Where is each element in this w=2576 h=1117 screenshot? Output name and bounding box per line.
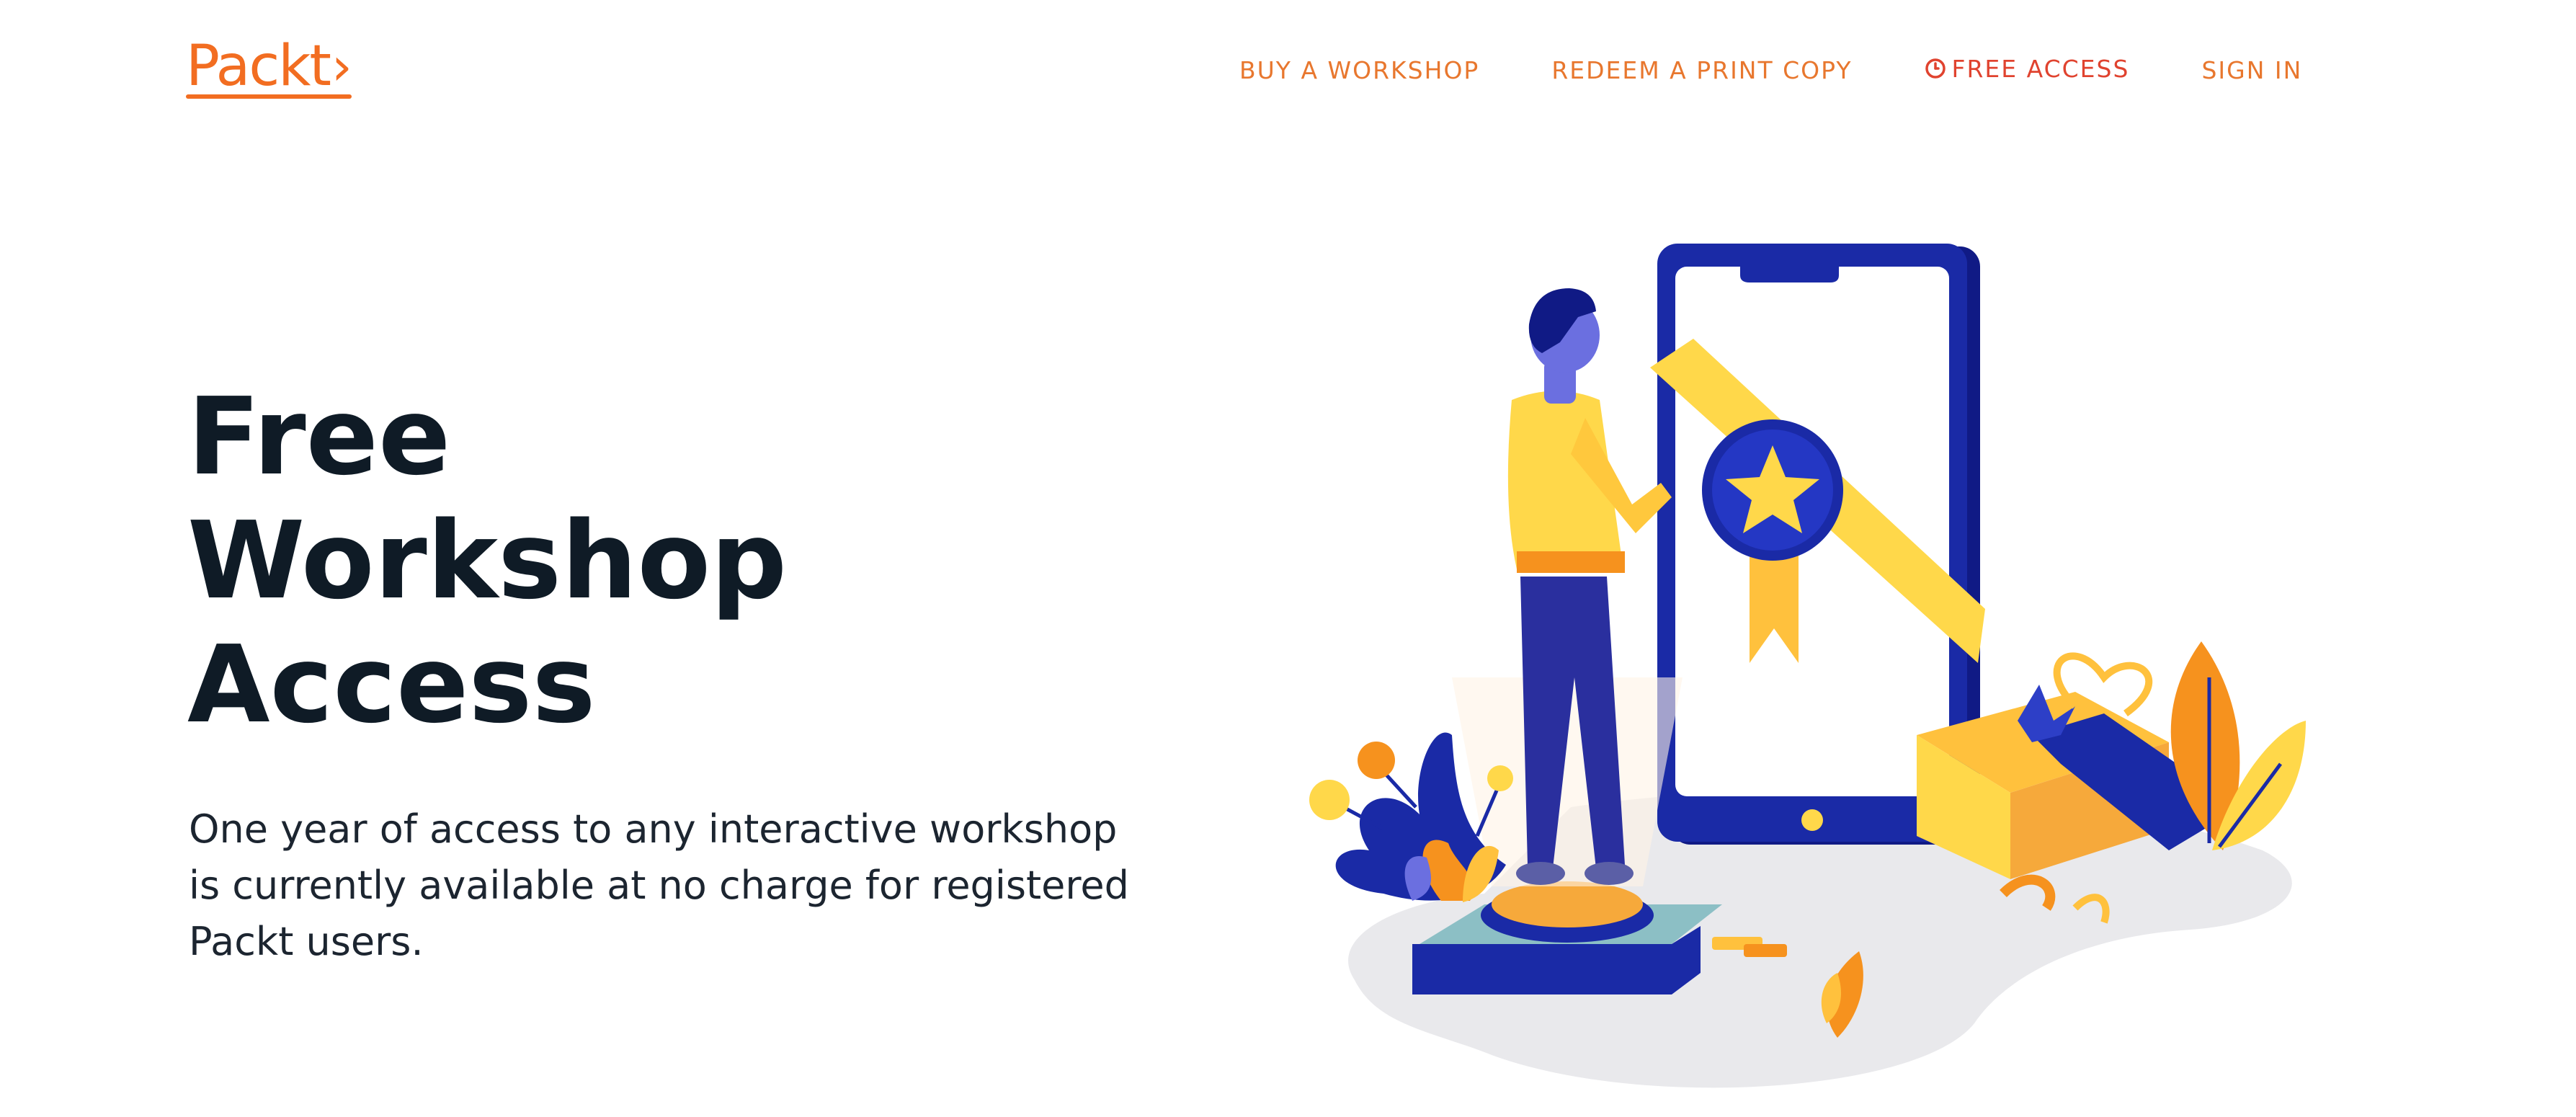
- nav-free-access-label: FREE ACCESS: [1951, 55, 2130, 83]
- nav-free-access[interactable]: FREE ACCESS: [1925, 55, 2130, 85]
- nav-buy-workshop[interactable]: BUY A WORKSHOP: [1239, 56, 1479, 84]
- main-nav: BUY A WORKSHOP REDEEM A PRINT COPY FREE …: [1239, 55, 2302, 85]
- page-title: Free Workshop Access: [187, 375, 1124, 747]
- logo-wordmark: Packt: [186, 34, 331, 99]
- title-line-3: Access: [187, 623, 596, 747]
- nav-redeem-print-copy[interactable]: REDEEM A PRINT COPY: [1551, 56, 1852, 84]
- hero-illustration: [1309, 244, 2306, 1088]
- packt-logo[interactable]: Packt ›: [186, 37, 352, 102]
- hero-description: One year of access to any interactive wo…: [189, 806, 1129, 964]
- logo-chevron-icon: ›: [331, 36, 352, 97]
- site-header: Packt › BUY A WORKSHOP REDEEM A PRINT CO…: [0, 0, 2576, 144]
- nav-sign-in[interactable]: SIGN IN: [2201, 56, 2302, 84]
- title-line-2: Workshop: [187, 499, 788, 623]
- clock-icon: [1925, 57, 1946, 85]
- logo-underline: [186, 94, 352, 99]
- title-line-1: Free: [187, 375, 451, 499]
